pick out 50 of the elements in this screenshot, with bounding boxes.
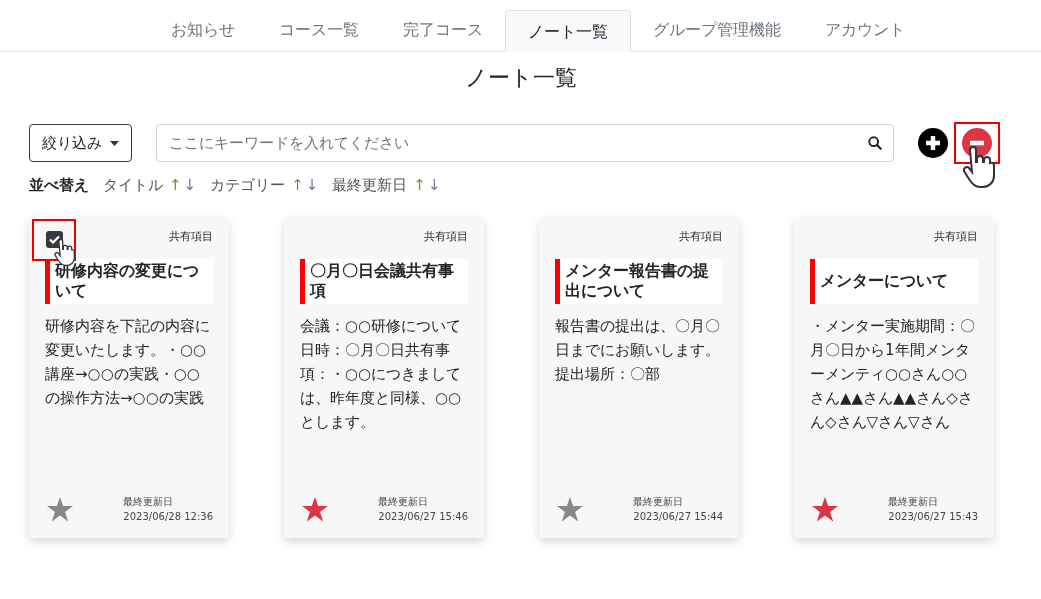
note-body: ・メンター実施期間：〇月〇日から1年間メンターメンティ○○さん○○さん▲▲さん▲▲さん◇さん◇さん▽さん▽さん: [810, 315, 976, 433]
caret-icon: [110, 140, 119, 146]
sort-key: カテゴリー: [210, 174, 286, 197]
nav-tab[interactable]: 完了コース: [381, 9, 505, 51]
sort-key: 最終更新日: [332, 174, 408, 197]
note-card[interactable]: 共有項目 メンター報告書の提出について 報告書の提出は、〇月〇日までにお願いします。提出場所：〇部 最終更新日 2023/06/27 15:44: [539, 216, 739, 538]
updated-label: 最終更新日: [888, 494, 940, 509]
sort-descending-button[interactable]: ↓: [183, 174, 197, 197]
note-card[interactable]: 共有項目 〇月〇日会議共有事項 会議：○○研修について日時：〇月〇日共有事項：・○○につきましては、昨年度と同様、○○とします。 最終更新日 2023/06/27 15:46: [284, 216, 484, 538]
category-label: 共有項目: [169, 229, 213, 246]
sort-key: タイトル: [103, 174, 163, 197]
note-body: 報告書の提出は、〇月〇日までにお願いします。提出場所：〇部: [555, 315, 721, 385]
star-icon[interactable]: [302, 496, 328, 522]
category-label: 共有項目: [679, 229, 723, 246]
sort-label: 並べ替え: [29, 175, 89, 196]
updated-label: 最終更新日: [378, 494, 430, 509]
page-title: ノート一覧: [463, 64, 578, 92]
note-title: メンターについて: [810, 258, 978, 304]
nav-tab[interactable]: お知らせ: [149, 9, 257, 51]
updated-label: 最終更新日: [633, 494, 685, 509]
sort-ascending-button[interactable]: ↑: [291, 174, 304, 197]
note-body: 研修内容を下記の内容に変更いたします。・○○講座→○○の実践・○○の操作方法→○○の実践: [45, 315, 211, 409]
filter-dropdown[interactable]: 絞り込み: [29, 124, 132, 162]
nav-tab[interactable]: グループ管理機能: [631, 9, 803, 51]
nav-tab[interactable]: ノート一覧: [505, 10, 631, 52]
updated-label: 最終更新日: [123, 494, 175, 509]
note-title: 〇月〇日会議共有事項: [300, 258, 468, 304]
updated-date: 2023/06/27 15:44: [633, 509, 723, 524]
sort-descending-button[interactable]: ↓: [305, 174, 319, 197]
nav-tab[interactable]: アカウント: [803, 9, 927, 51]
updated-date: 2023/06/27 15:43: [888, 509, 978, 524]
sort-ascending-button[interactable]: ↑: [169, 174, 182, 197]
search-field[interactable]: ここにキーワードを入れてください: [156, 124, 894, 162]
category-label: 共有項目: [424, 229, 468, 246]
note-card[interactable]: 共有項目 メンターについて ・メンター実施期間：〇月〇日から1年間メンターメンティ○○さん○○さん▲▲さん▲▲さん◇さん◇さん▽さん▽さん 最終更新日 2023/06/27 15:43: [794, 216, 994, 538]
star-icon[interactable]: [812, 496, 838, 522]
star-icon[interactable]: [557, 496, 583, 522]
updated-date: 2023/06/27 15:46: [378, 509, 468, 524]
sort-ascending-button[interactable]: ↑: [413, 174, 426, 197]
checkmark-icon: [48, 235, 60, 244]
note-title: メンター報告書の提出について: [555, 258, 723, 304]
star-icon[interactable]: [47, 496, 73, 522]
search-icon[interactable]: [868, 136, 882, 150]
updated-date: 2023/06/28 12:36: [123, 509, 213, 524]
hand-cursor-icon: [961, 146, 995, 188]
add-icon[interactable]: [918, 128, 948, 158]
nav-tab[interactable]: コース一覧: [257, 9, 381, 51]
category-label: 共有項目: [934, 229, 978, 246]
note-body: 会議：○○研修について日時：〇月〇日共有事項：・○○につきましては、昨年度と同様、○○とします。: [300, 315, 463, 433]
sort-descending-button[interactable]: ↓: [427, 174, 441, 197]
